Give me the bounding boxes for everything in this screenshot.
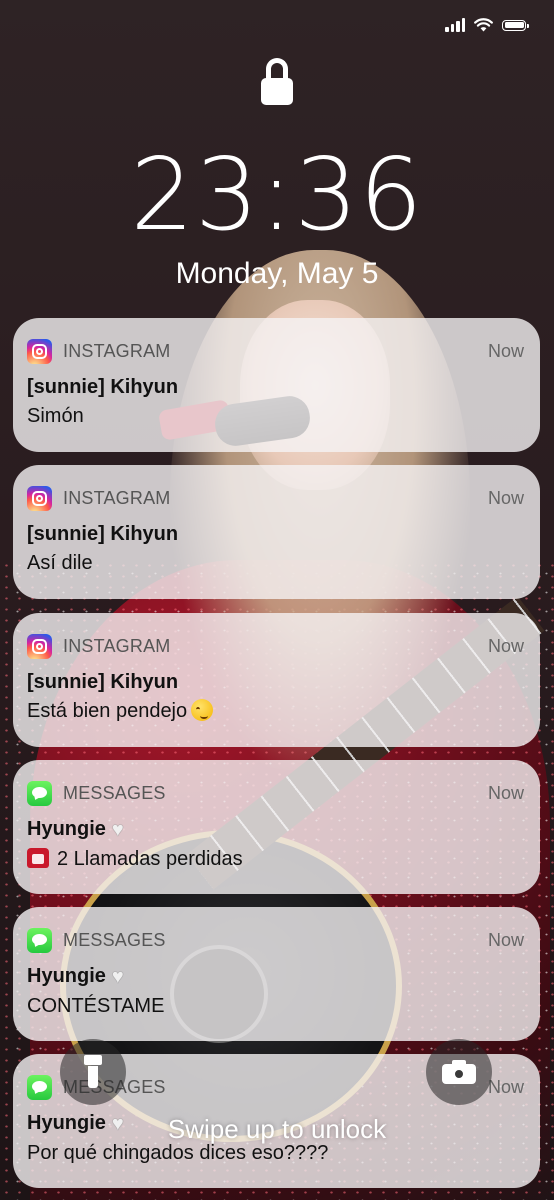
lock-screen-clock: 23:36	[130, 136, 424, 253]
woozy-face-icon	[191, 699, 214, 721]
messages-icon	[27, 1074, 52, 1100]
notification-app-name: INSTAGRAM	[63, 340, 171, 361]
status-bar	[445, 18, 529, 32]
notification-body: Simón	[27, 405, 84, 427]
white-heart-icon: ♥	[111, 819, 124, 841]
notification-title-row: Hyungie ♥	[27, 963, 524, 990]
flashlight-button[interactable]	[60, 1039, 126, 1105]
notification-card[interactable]: INSTAGRAM Now [sunnie] Kihyun Simón	[13, 318, 540, 452]
lock-icon	[261, 58, 293, 106]
battery-icon	[502, 19, 529, 31]
notification-body: 2 Llamadas perdidas	[57, 848, 243, 870]
notification-time: Now	[487, 487, 524, 508]
notification-app-name: INSTAGRAM	[63, 635, 171, 656]
notification-time: Now	[487, 1076, 524, 1097]
notification-title: [sunnie] Kihyun	[27, 376, 179, 398]
cellular-signal-icon	[445, 18, 465, 32]
instagram-icon	[27, 633, 52, 659]
notification-card[interactable]: MESSAGES Now Hyungie ♥ CONTÉSTAME	[13, 907, 540, 1041]
camera-button[interactable]	[426, 1039, 492, 1105]
notification-card[interactable]: INSTAGRAM Now [sunnie] Kihyun Así dile	[13, 465, 540, 599]
messages-icon	[27, 927, 52, 953]
notification-time: Now	[487, 340, 524, 361]
notification-app-name: MESSAGES	[63, 782, 166, 803]
camera-icon	[442, 1060, 476, 1084]
notification-body-row: Está bien pendejo	[27, 698, 524, 724]
telephone-icon	[27, 848, 49, 868]
swipe-to-unlock-hint[interactable]: Swipe up to unlock	[0, 1114, 554, 1145]
notification-time: Now	[487, 635, 524, 656]
notification-card[interactable]: INSTAGRAM Now [sunnie] Kihyun Está bien …	[13, 613, 540, 747]
notification-body: CONTÉSTAME	[27, 995, 165, 1017]
notification-title: Hyungie	[27, 965, 106, 987]
notification-body: Está bien pendejo	[27, 700, 188, 722]
messages-icon	[27, 780, 52, 806]
wifi-icon	[474, 18, 493, 32]
notification-card[interactable]: MESSAGES Now Hyungie ♥ 2 Llamadas perdida…	[13, 760, 540, 894]
notification-time: Now	[487, 929, 524, 950]
flashlight-icon	[84, 1055, 102, 1089]
notification-title-row: Hyungie ♥	[27, 816, 524, 843]
notification-title: Hyungie	[27, 818, 106, 840]
notification-title: [sunnie] Kihyun	[27, 671, 179, 693]
lock-screen-date: Monday, May 5	[175, 257, 379, 290]
notification-app-name: INSTAGRAM	[63, 487, 171, 508]
notification-body: Así dile	[27, 552, 93, 574]
notification-title: [sunnie] Kihyun	[27, 523, 179, 545]
instagram-icon	[27, 338, 52, 364]
notification-body-row: 2 Llamadas perdidas	[27, 846, 524, 872]
white-heart-icon: ♥	[111, 966, 124, 988]
notification-app-name: MESSAGES	[63, 929, 166, 950]
instagram-icon	[27, 485, 52, 511]
notification-time: Now	[487, 782, 524, 803]
